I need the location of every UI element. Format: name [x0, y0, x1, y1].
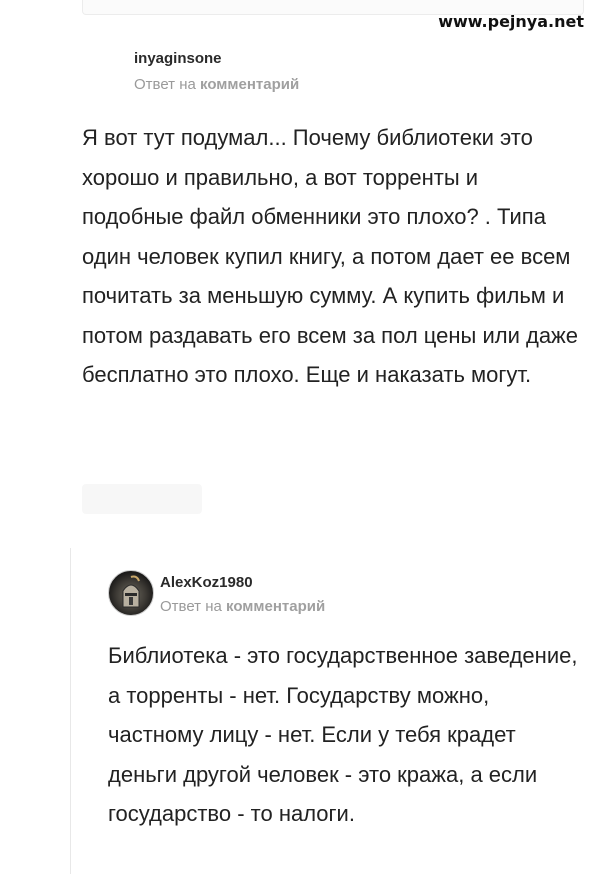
comment-header: AlexKoz1980 Ответ на комментарий: [108, 566, 588, 626]
comment: inyaginsone Ответ на комментарий Я вот т…: [82, 38, 582, 387]
comment-text: Я вот тут подумал... Почему библиотеки э…: [82, 125, 579, 387]
comment-actions-bar: [82, 484, 202, 514]
reply-comment-link[interactable]: комментарий: [200, 76, 299, 93]
username[interactable]: AlexKoz1980: [160, 574, 253, 591]
reply-info: Ответ на комментарий: [134, 76, 299, 93]
comment-header: inyaginsone Ответ на комментарий: [82, 38, 582, 98]
reply-info: Ответ на комментарий: [160, 598, 325, 615]
knight-helmet-icon: [122, 575, 140, 608]
avatar[interactable]: [82, 42, 122, 82]
reply-prefix: Ответ на: [160, 598, 222, 615]
watermark: www.pejnya.net: [438, 12, 584, 31]
reply-prefix: Ответ на: [134, 76, 196, 93]
comment-text: Библиотека - это государственное заведен…: [108, 643, 578, 826]
username[interactable]: inyaginsone: [134, 50, 222, 67]
reply-comment-link[interactable]: комментарий: [226, 598, 325, 615]
thread-line: [70, 548, 71, 874]
comment-reply: AlexKoz1980 Ответ на комментарий Библиот…: [108, 566, 588, 826]
avatar[interactable]: [108, 570, 154, 616]
